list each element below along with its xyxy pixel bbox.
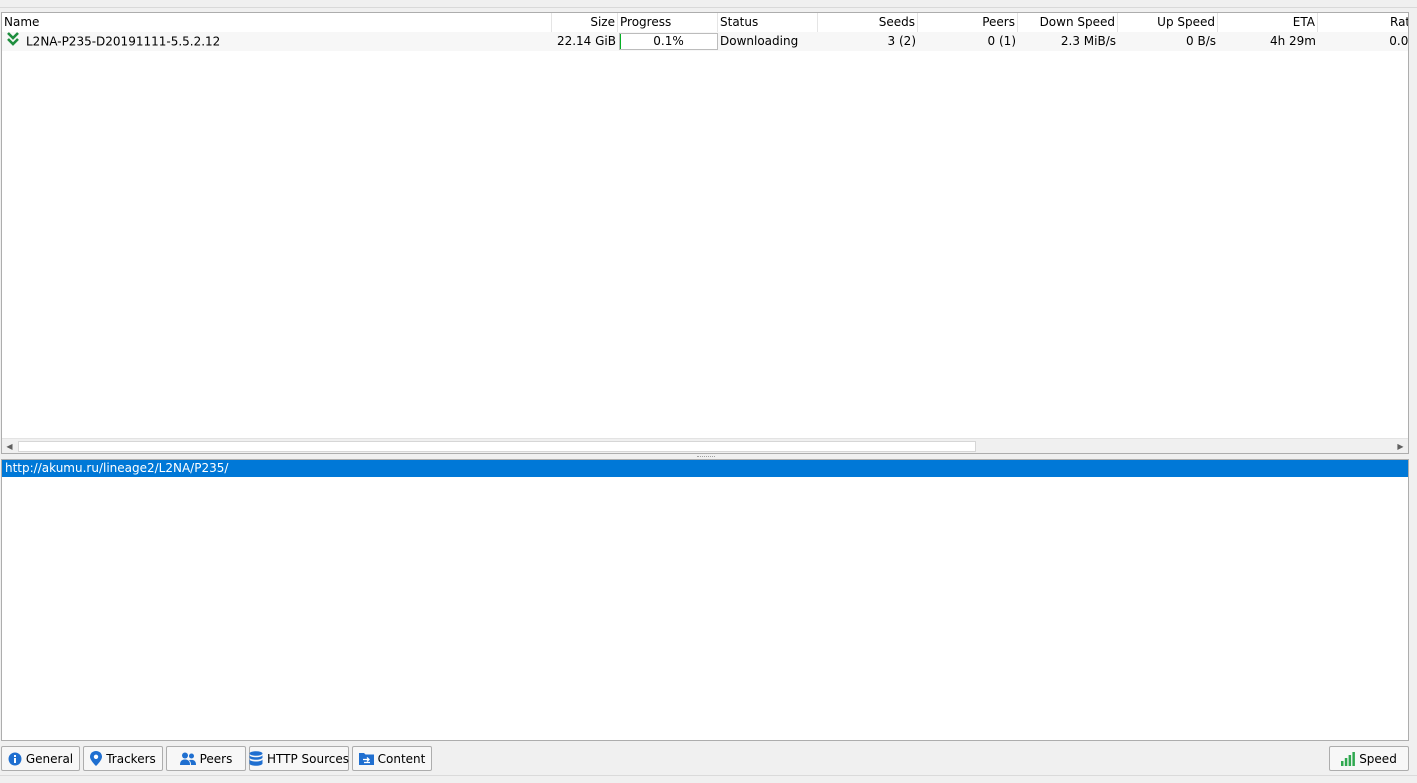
tab-content[interactable]: Content bbox=[352, 746, 432, 771]
column-header-size[interactable]: Size bbox=[552, 13, 618, 32]
tab-peers[interactable]: Peers bbox=[166, 746, 246, 771]
transfer-list-header: Name Size Progress Status Seeds Peers Do… bbox=[2, 13, 1409, 33]
torrent-seeds: 3 (2) bbox=[818, 32, 918, 51]
bar-chart-icon bbox=[1341, 752, 1355, 766]
tab-trackers-label: Trackers bbox=[106, 752, 156, 766]
database-icon bbox=[249, 751, 263, 766]
tab-speed-label: Speed bbox=[1359, 752, 1397, 766]
column-header-down-speed[interactable]: Down Speed bbox=[1018, 13, 1118, 32]
folder-sync-icon bbox=[359, 752, 374, 765]
column-header-seeds[interactable]: Seeds bbox=[818, 13, 918, 32]
torrent-name: L2NA-P235-D20191111-5.5.2.12 bbox=[26, 35, 220, 49]
torrent-up-speed: 0 B/s bbox=[1118, 32, 1218, 51]
tab-trackers[interactable]: Trackers bbox=[83, 746, 163, 771]
horizontal-scrollbar[interactable]: ◀ ▶ bbox=[2, 438, 1408, 454]
column-header-name[interactable]: Name bbox=[2, 13, 552, 32]
column-header-peers[interactable]: Peers bbox=[918, 13, 1018, 32]
column-header-status[interactable]: Status bbox=[718, 13, 818, 32]
scrollbar-thumb[interactable] bbox=[18, 441, 976, 452]
scroll-left-arrow-icon[interactable]: ◀ bbox=[2, 439, 17, 454]
torrent-peers: 0 (1) bbox=[918, 32, 1018, 51]
torrent-progress-bar: 0.1% bbox=[619, 33, 718, 50]
window-top-border bbox=[0, 0, 1417, 8]
torrent-down-speed: 2.3 MiB/s bbox=[1018, 32, 1118, 51]
torrent-row[interactable]: L2NA-P235-D20191111-5.5.2.12 22.14 GiB 0… bbox=[2, 32, 1409, 51]
tab-http-sources[interactable]: HTTP Sources bbox=[249, 746, 349, 771]
scroll-right-arrow-icon[interactable]: ▶ bbox=[1393, 439, 1408, 454]
torrent-eta: 4h 29m bbox=[1218, 32, 1318, 51]
map-pin-icon bbox=[90, 751, 102, 766]
info-icon bbox=[8, 752, 22, 766]
tab-general[interactable]: General bbox=[1, 746, 80, 771]
column-header-up-speed[interactable]: Up Speed bbox=[1118, 13, 1218, 32]
column-header-ratio[interactable]: Ratio bbox=[1318, 13, 1409, 32]
tab-speed[interactable]: Speed bbox=[1329, 746, 1409, 771]
torrent-size: 22.14 GiB bbox=[552, 32, 618, 51]
download-chevrons-icon bbox=[6, 32, 20, 51]
http-source-url: http://akumu.ru/lineage2/L2NA/P235/ bbox=[5, 461, 228, 475]
tab-peers-label: Peers bbox=[200, 752, 233, 766]
http-sources-panel[interactable]: http://akumu.ru/lineage2/L2NA/P235/ bbox=[1, 459, 1409, 741]
torrent-status: Downloading bbox=[718, 32, 818, 51]
tab-http-sources-label: HTTP Sources bbox=[267, 752, 349, 766]
torrent-name-cell: L2NA-P235-D20191111-5.5.2.12 bbox=[2, 32, 552, 51]
tab-general-label: General bbox=[26, 752, 73, 766]
column-header-progress[interactable]: Progress bbox=[618, 13, 718, 32]
transfer-list[interactable]: Name Size Progress Status Seeds Peers Do… bbox=[1, 12, 1409, 454]
http-source-url-row[interactable]: http://akumu.ru/lineage2/L2NA/P235/ bbox=[2, 460, 1408, 477]
tab-content-label: Content bbox=[378, 752, 426, 766]
progress-label: 0.1% bbox=[653, 34, 684, 48]
users-icon bbox=[180, 752, 196, 765]
torrent-ratio: 0.00 bbox=[1318, 32, 1409, 51]
column-header-eta[interactable]: ETA bbox=[1218, 13, 1318, 32]
